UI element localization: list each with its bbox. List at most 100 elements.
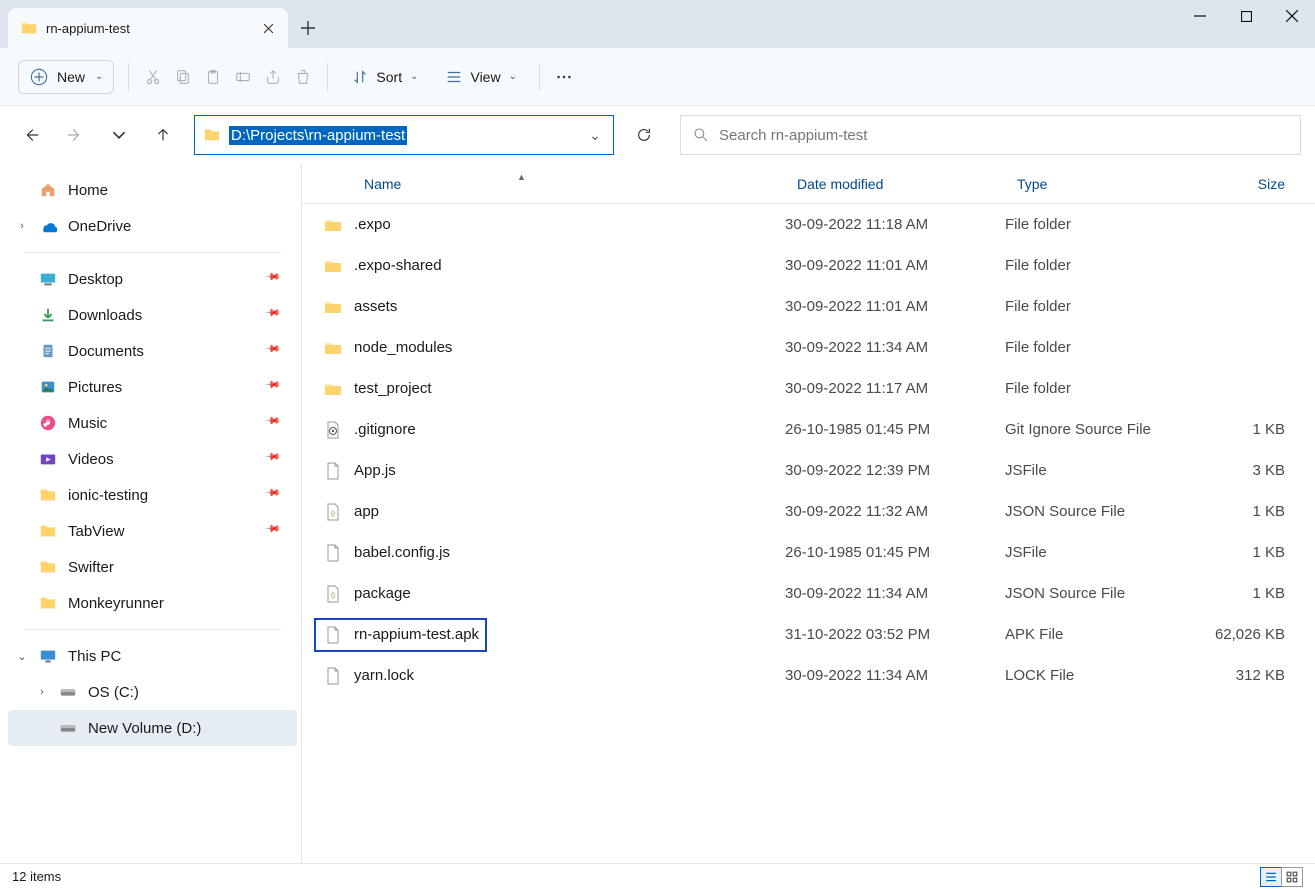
sidebar-item-thispc[interactable]: ⌄ This PC <box>8 638 297 674</box>
search-box[interactable] <box>680 115 1301 155</box>
music-icon <box>38 413 58 433</box>
file-date: 30-09-2022 11:32 AM <box>785 503 1005 520</box>
details-view-button[interactable] <box>1260 867 1282 887</box>
rename-icon[interactable] <box>233 67 253 87</box>
sidebar-item-onedrive[interactable]: › OneDrive <box>8 208 297 244</box>
desktop-icon <box>38 269 58 289</box>
folder-icon <box>38 593 58 613</box>
chevron-down-icon[interactable]: ⌄ <box>585 127 605 144</box>
chevron-down-icon: ⌄ <box>95 71 103 82</box>
tab-active[interactable]: rn-appium-test <box>8 8 288 48</box>
sidebar-label: TabView <box>68 523 255 540</box>
view-button[interactable]: View ⌄ <box>436 61 524 93</box>
sidebar-item-quick[interactable]: Desktop📌 <box>8 261 297 297</box>
sidebar-label: Downloads <box>68 307 255 324</box>
sidebar-item-drive[interactable]: New Volume (D:) <box>8 710 297 746</box>
file-row[interactable]: .expo30-09-2022 11:18 AMFile folder <box>302 204 1315 245</box>
recent-button[interactable] <box>102 118 136 152</box>
column-date[interactable]: Date modified <box>785 176 1005 192</box>
back-button[interactable] <box>14 118 48 152</box>
sidebar-label: OneDrive <box>68 218 297 235</box>
cut-icon[interactable] <box>143 67 163 87</box>
sidebar-item-drive[interactable]: › OS (C:) <box>8 674 297 710</box>
file-type: LOCK File <box>1005 667 1195 684</box>
sidebar-item-quick[interactable]: TabView📌 <box>8 513 297 549</box>
view-label: View <box>470 69 500 85</box>
sidebar-item-home[interactable]: Home <box>8 172 297 208</box>
file-type: File folder <box>1005 216 1195 233</box>
up-button[interactable] <box>146 118 180 152</box>
sidebar-item-quick[interactable]: Videos📌 <box>8 441 297 477</box>
sidebar-item-quick[interactable]: Documents📌 <box>8 333 297 369</box>
file-date: 30-09-2022 11:34 AM <box>785 339 1005 356</box>
file-name: .expo-shared <box>354 257 785 274</box>
pin-icon: 📌 <box>262 305 282 325</box>
address-path: D:\Projects\rn-appium-test <box>229 126 407 145</box>
pc-icon <box>38 646 58 666</box>
item-count: 12 items <box>12 869 61 884</box>
folder-icon <box>20 19 38 37</box>
expand-icon[interactable]: ⌄ <box>14 650 30 663</box>
file-row[interactable]: {}package30-09-2022 11:34 AMJSON Source … <box>302 573 1315 614</box>
delete-icon[interactable] <box>293 67 313 87</box>
new-button[interactable]: New ⌄ <box>18 60 114 94</box>
copy-icon[interactable] <box>173 67 193 87</box>
file-name: babel.config.js <box>354 544 785 561</box>
file-date: 31-10-2022 03:52 PM <box>785 626 1005 643</box>
thumbnails-view-button[interactable] <box>1281 867 1303 887</box>
file-row[interactable]: App.js30-09-2022 12:39 PMJSFile3 KB <box>302 450 1315 491</box>
view-toggles <box>1261 867 1303 887</box>
search-input[interactable] <box>719 127 1288 144</box>
sort-button[interactable]: Sort ⌄ <box>342 61 426 93</box>
sidebar-label: ionic-testing <box>68 487 255 504</box>
file-row[interactable]: test_project30-09-2022 11:17 AMFile fold… <box>302 368 1315 409</box>
folder-icon <box>322 296 344 318</box>
sidebar-item-quick[interactable]: Swifter <box>8 549 297 585</box>
sidebar-label: Home <box>68 182 297 199</box>
sidebar-item-quick[interactable]: Pictures📌 <box>8 369 297 405</box>
maximize-button[interactable] <box>1223 0 1269 32</box>
sidebar-label: Music <box>68 415 255 432</box>
expand-icon[interactable]: › <box>14 220 30 232</box>
file-row[interactable]: rn-appium-test.apk31-10-2022 03:52 PMAPK… <box>302 614 1315 655</box>
file-row[interactable]: node_modules30-09-2022 11:34 AMFile fold… <box>302 327 1315 368</box>
sidebar-item-quick[interactable]: Monkeyrunner <box>8 585 297 621</box>
videos-icon <box>38 449 58 469</box>
forward-button[interactable] <box>58 118 92 152</box>
sidebar-item-quick[interactable]: Downloads 📌 <box>8 297 297 333</box>
close-tab-button[interactable] <box>260 20 276 36</box>
column-type[interactable]: Type <box>1005 176 1195 192</box>
address-bar[interactable]: D:\Projects\rn-appium-test ⌄ <box>194 115 614 155</box>
column-size[interactable]: Size <box>1195 176 1315 192</box>
sidebar-item-quick[interactable]: Music📌 <box>8 405 297 441</box>
pin-icon: 📌 <box>262 341 282 361</box>
chevron-down-icon: ⌄ <box>509 71 517 82</box>
refresh-button[interactable] <box>624 115 664 155</box>
minimize-button[interactable] <box>1177 0 1223 32</box>
expand-icon[interactable]: › <box>34 686 50 698</box>
json-icon: {} <box>322 501 344 523</box>
sidebar-label: Desktop <box>68 271 255 288</box>
file-row[interactable]: babel.config.js26-10-1985 01:45 PMJSFile… <box>302 532 1315 573</box>
paste-icon[interactable] <box>203 67 223 87</box>
share-icon[interactable] <box>263 67 283 87</box>
column-headers: Name ▲ Date modified Type Size <box>302 164 1315 204</box>
file-row[interactable]: .expo-shared30-09-2022 11:01 AMFile fold… <box>302 245 1315 286</box>
file-row[interactable]: .gitignore26-10-1985 01:45 PMGit Ignore … <box>302 409 1315 450</box>
folder-icon <box>322 255 344 277</box>
sidebar-item-quick[interactable]: ionic-testing📌 <box>8 477 297 513</box>
file-row[interactable]: assets30-09-2022 11:01 AMFile folder <box>302 286 1315 327</box>
file-name: .expo <box>354 216 785 233</box>
folder-icon <box>322 214 344 236</box>
file-date: 30-09-2022 12:39 PM <box>785 462 1005 479</box>
file-name: App.js <box>354 462 785 479</box>
column-name[interactable]: Name ▲ <box>322 176 785 192</box>
file-date: 30-09-2022 11:01 AM <box>785 298 1005 315</box>
file-row[interactable]: {}app30-09-2022 11:32 AMJSON Source File… <box>302 491 1315 532</box>
file-name: node_modules <box>354 339 785 356</box>
folder-icon <box>38 521 58 541</box>
more-icon[interactable] <box>554 67 574 87</box>
close-window-button[interactable] <box>1269 0 1315 32</box>
file-row[interactable]: yarn.lock30-09-2022 11:34 AMLOCK File312… <box>302 655 1315 696</box>
new-tab-button[interactable] <box>288 8 328 48</box>
